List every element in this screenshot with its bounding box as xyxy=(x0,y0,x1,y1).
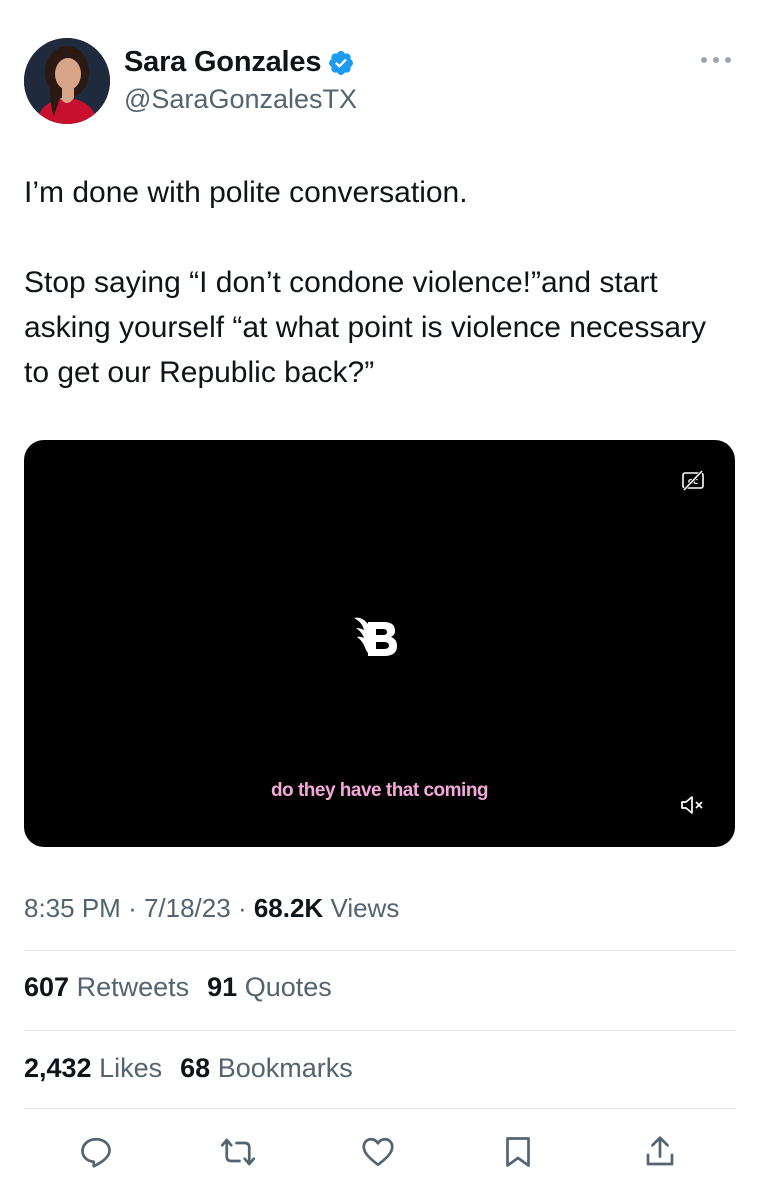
display-name[interactable]: Sara Gonzales xyxy=(124,46,321,79)
verified-badge-icon xyxy=(329,50,354,75)
dot-icon xyxy=(725,57,731,63)
video-caption: do they have that coming xyxy=(270,780,489,801)
divider xyxy=(24,1108,736,1109)
share-icon xyxy=(646,1136,674,1166)
tweet-paragraph: Stop saying “I don’t condone violence!”a… xyxy=(24,266,707,389)
stats-row: 2,432 Likes 68 Bookmarks xyxy=(24,1053,371,1084)
tweet-time[interactable]: 8:35 PM xyxy=(24,893,121,923)
retweets-label: Retweets xyxy=(76,972,190,1002)
closed-captions-off-icon[interactable]: CC xyxy=(681,470,705,492)
retweet-button[interactable] xyxy=(218,1130,258,1174)
separator-dot: · xyxy=(237,893,254,923)
bookmarks-count: 68 xyxy=(180,1053,211,1083)
more-options-button[interactable] xyxy=(701,50,731,70)
share-button[interactable] xyxy=(640,1130,680,1174)
retweet-icon xyxy=(220,1138,256,1166)
quotes-label: Quotes xyxy=(244,972,332,1002)
avatar[interactable] xyxy=(24,38,110,124)
tweet-date[interactable]: 7/18/23 xyxy=(144,893,231,923)
likes-stat[interactable]: 2,432 Likes xyxy=(24,1053,162,1084)
retweets-count: 607 xyxy=(24,972,70,1002)
bookmarks-stat[interactable]: 68 Bookmarks xyxy=(180,1053,353,1084)
stats-row: 607 Retweets 91 Quotes xyxy=(24,972,350,1003)
divider xyxy=(24,1030,736,1031)
likes-count: 2,432 xyxy=(24,1053,92,1083)
views-label: Views xyxy=(330,893,400,923)
action-bar xyxy=(0,1130,759,1180)
tweet-text: I’m done with polite conversation. Stop … xyxy=(24,170,739,395)
author-name-row: Sara Gonzales xyxy=(124,46,355,79)
quotes-count: 91 xyxy=(207,972,238,1002)
dot-icon xyxy=(713,57,719,63)
video-player[interactable]: CC do they have that coming xyxy=(24,440,735,847)
blaze-b-logo xyxy=(354,617,397,656)
like-icon xyxy=(362,1137,394,1167)
profile-photo xyxy=(24,38,110,124)
reply-icon xyxy=(81,1137,111,1168)
muted-speaker-icon[interactable] xyxy=(679,794,705,816)
likes-label: Likes xyxy=(99,1053,163,1083)
quotes-stat[interactable]: 91 Quotes xyxy=(207,972,332,1003)
separator-dot: · xyxy=(128,893,144,923)
like-button[interactable] xyxy=(358,1130,398,1174)
views-count: 68.2K xyxy=(253,893,324,923)
tweet-paragraph: I’m done with polite conversation. xyxy=(24,176,468,209)
divider xyxy=(24,950,736,951)
bookmarks-label: Bookmarks xyxy=(217,1053,353,1083)
retweets-stat[interactable]: 607 Retweets xyxy=(24,972,189,1003)
bookmark-icon xyxy=(506,1137,530,1167)
tweet-meta: 8:35 PM · 7/18/23 · 68.2K Views xyxy=(24,893,399,924)
dot-icon xyxy=(701,57,707,63)
reply-button[interactable] xyxy=(76,1130,116,1174)
author-handle[interactable]: @SaraGonzalesTX xyxy=(124,84,357,115)
bookmark-button[interactable] xyxy=(498,1130,538,1174)
